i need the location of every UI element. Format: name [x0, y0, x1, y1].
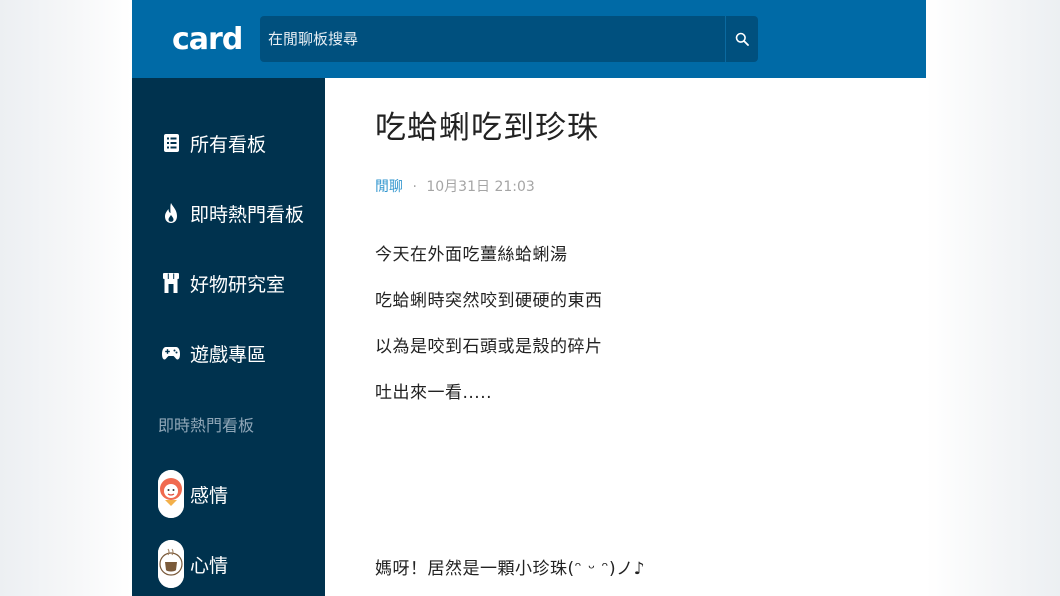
mood-avatar [158, 540, 184, 588]
sidebar-item-label: 所有看板 [190, 133, 267, 156]
sidebar-item-goods-lab[interactable]: 好物研究室 [162, 266, 285, 300]
search-button[interactable] [725, 16, 758, 62]
shop-icon [162, 272, 180, 294]
gamepad-icon [162, 342, 180, 364]
sidebar-board-love[interactable]: 感情 [158, 469, 228, 519]
sidebar-item-label: 遊戲專區 [190, 343, 267, 366]
sidebar: 所有看板 即時熱門看板 好物研究室 遊戲專區 即時熱門看板 感情 心情 [132, 78, 325, 596]
search-icon [735, 32, 749, 46]
meta-separator: · [412, 179, 417, 195]
post-board-link[interactable]: 閒聊 [375, 179, 403, 195]
love-avatar [158, 470, 184, 518]
sidebar-board-label: 感情 [190, 484, 229, 507]
sidebar-item-trending-boards[interactable]: 即時熱門看板 [162, 196, 304, 230]
dcard-window: card 在閒聊板搜尋 所有看板 即時熱門看板 好物研究室 遊戲專區 即時熱門看… [132, 0, 926, 596]
list-icon [162, 132, 180, 154]
sidebar-item-all-boards[interactable]: 所有看板 [162, 126, 266, 160]
post-body-line: 今天在外面吃薑絲蛤蜊湯 [375, 245, 568, 265]
dcard-logo[interactable]: card [170, 16, 243, 62]
sidebar-board-mood[interactable]: 心情 [158, 539, 228, 589]
top-bar: card [132, 0, 926, 78]
search-input[interactable] [260, 16, 726, 62]
section-label-trending: 即時熱門看板 [158, 416, 255, 435]
backdrop-left [0, 0, 132, 596]
post-body-line: 媽呀！居然是一顆小珍珠(ᵔ ᵕ ᵔ)ノ♪ [375, 559, 646, 579]
sidebar-item-games[interactable]: 遊戲專區 [162, 336, 266, 370]
search-bar [260, 16, 758, 62]
logo-text: card [172, 21, 243, 57]
sidebar-item-label: 即時熱門看板 [190, 203, 305, 226]
post-body-line: 吐出來一看..... [375, 383, 493, 403]
post-meta: 閒聊 · 10月31日 21:03 [375, 176, 535, 196]
post-date: 10月31日 21:03 [426, 179, 535, 195]
sidebar-board-label: 心情 [190, 554, 229, 577]
sidebar-item-label: 好物研究室 [190, 273, 286, 296]
post-title: 吃蛤蜊吃到珍珠 [375, 110, 599, 146]
post-body-line: 吃蛤蜊時突然咬到硬硬的東西 [375, 291, 603, 311]
post-content: 吃蛤蜊吃到珍珠 閒聊 · 10月31日 21:03 今天在外面吃薑絲蛤蜊湯 吃蛤… [325, 78, 926, 596]
backdrop-right [926, 0, 1060, 596]
flame-icon [162, 202, 180, 224]
post-body-line: 以為是咬到石頭或是殼的碎片 [375, 337, 603, 357]
